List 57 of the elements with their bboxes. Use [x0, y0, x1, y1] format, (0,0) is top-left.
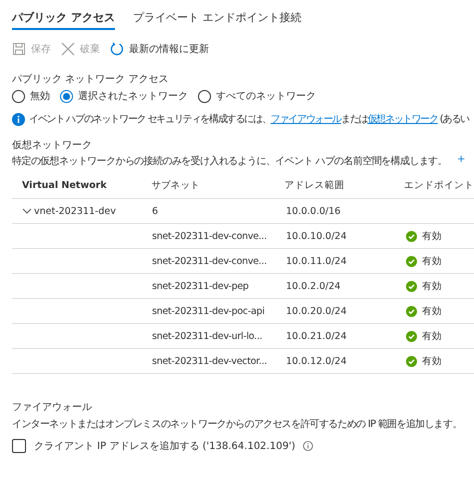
link[interactable]: ファイアウォール: [270, 114, 341, 125]
table-cell-text: 10.0.21.0/24: [285, 330, 348, 342]
table-cell-text: snet-202311-dev-url-lo...: [151, 330, 264, 342]
refresh-button[interactable]: 最新の情報に更新: [110, 42, 209, 56]
checkbox-label: クライアント IP アドレスを追加する ('138.64.102.109'): [34, 440, 296, 453]
check-circle-icon: [406, 256, 417, 266]
table-cell-text: snet-202311-dev-poc-api: [151, 306, 266, 316]
status-text: 有効: [422, 254, 442, 268]
radio-option[interactable]: 無効: [12, 89, 50, 103]
add-link[interactable]: +: [456, 154, 466, 168]
column-header: Virtual Network: [21, 180, 108, 190]
status-text: 有効: [422, 354, 442, 368]
table-cell-text: 10.0.10.0/24: [285, 230, 348, 242]
radio-option[interactable]: 選択されたネットワーク: [60, 89, 188, 103]
close-icon: [61, 42, 75, 56]
tab[interactable]: パブリック アクセス: [12, 0, 115, 30]
table-cell-text: snet-202311-dev-pep: [151, 280, 250, 292]
checkbox[interactable]: [12, 439, 26, 453]
status-text: 有効: [422, 280, 442, 292]
table-cell-text: 10.0.12.0/24: [285, 356, 348, 366]
info-icon[interactable]: [303, 441, 314, 451]
status-text: 有効: [422, 230, 442, 242]
column-header: アドレス範囲: [284, 178, 346, 192]
status-text: 有効: [422, 330, 442, 342]
table-cell-text: 10.0.2.0/24: [285, 280, 342, 292]
check-circle-icon: [406, 280, 417, 292]
table-cell-text: 10.0.11.0/24: [285, 256, 348, 266]
check-circle-icon: [406, 356, 417, 366]
section-title: ファイアウォール: [12, 401, 93, 414]
chevron-icon[interactable]: [22, 206, 32, 216]
section-title: 仮想ネットワーク: [12, 138, 93, 152]
info-message: イベント ハブのネットワーク セキュリティを構成するには、ファイアウォールまたは仮想ネットワーク (あるい: [29, 112, 469, 126]
link[interactable]: 仮想ネットワーク: [367, 114, 438, 125]
table-cell-text: snet-202311-dev-vector...: [151, 356, 268, 366]
info-icon: [12, 112, 25, 126]
table-cell-text: 10.0.0.0/16: [285, 206, 342, 216]
radio-option[interactable]: すべてのネットワーク: [198, 89, 316, 103]
save-icon: [12, 42, 26, 56]
check-circle-icon: [406, 330, 417, 342]
table-cell-text: snet-202311-dev-conve...: [151, 256, 268, 266]
refresh-icon: [110, 42, 124, 56]
field-label: パブリック ネットワーク アクセス: [12, 72, 170, 86]
radio-button[interactable]: [60, 90, 73, 102]
radio-button[interactable]: [198, 90, 211, 102]
section-description: 特定の仮想ネットワークからの接続のみを受け入れるように、イベント ハブの名前空間を構成します。: [12, 154, 447, 168]
section-description: インターネットまたはオンプレミスのネットワークからのアクセスを許可するための IP 範囲を追加します。: [12, 418, 463, 431]
check-circle-icon: [406, 306, 417, 316]
table-cell-text: 10.0.20.0/24: [285, 306, 348, 316]
table-cell-text: 6: [151, 206, 159, 216]
table-cell: vnet-202311-dev: [34, 206, 116, 216]
table-cell-text: snet-202311-dev-conve...: [151, 230, 268, 242]
column-header: エンドポイント: [403, 178, 474, 192]
check-circle-icon: [406, 230, 417, 242]
tab[interactable]: プライベート エンドポイント接続: [132, 0, 302, 30]
column-header: サブネット: [150, 178, 201, 192]
radio-button[interactable]: [12, 90, 25, 102]
status-text: 有効: [422, 304, 442, 318]
